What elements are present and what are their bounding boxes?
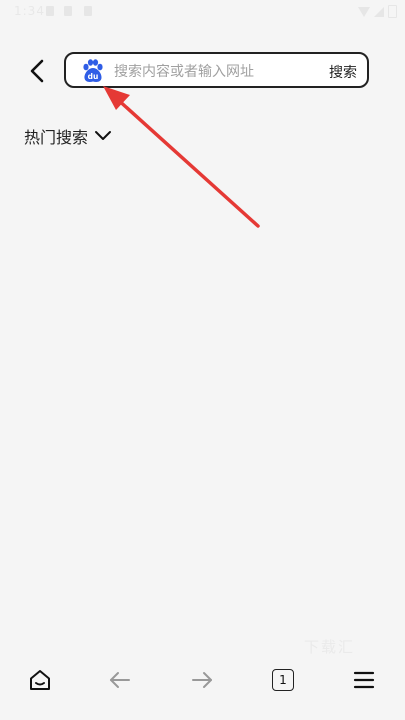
nav-back-button[interactable] <box>106 666 134 694</box>
battery-icon <box>388 5 397 18</box>
status-bar: 1:34 <box>0 0 405 26</box>
hot-search-label: 热门搜索 <box>24 128 89 147</box>
back-button[interactable] <box>26 58 50 84</box>
bottom-toolbar: 1 <box>0 652 405 708</box>
download-notification-icon <box>46 6 54 16</box>
wifi-icon <box>358 6 370 17</box>
search-input[interactable] <box>112 59 326 85</box>
hot-search-toggle[interactable]: 热门搜索 <box>24 124 112 148</box>
download-notification-icon <box>64 6 72 16</box>
hamburger-menu-icon <box>353 671 375 689</box>
home-button[interactable] <box>26 666 54 694</box>
search-bar[interactable]: du 搜索 <box>64 52 369 88</box>
home-icon <box>30 670 50 690</box>
arrow-right-icon <box>192 672 212 688</box>
baidu-paw-icon[interactable]: du <box>80 58 106 84</box>
chevron-left-icon <box>30 59 44 83</box>
menu-button[interactable] <box>350 666 378 694</box>
search-submit-button[interactable]: 搜索 <box>329 62 357 82</box>
nav-forward-button[interactable] <box>188 666 216 694</box>
tabs-button[interactable]: 1 <box>269 666 297 694</box>
arrow-left-icon <box>110 672 130 688</box>
status-icons <box>358 5 397 18</box>
status-time: 1:34 <box>14 4 45 18</box>
tab-count-badge: 1 <box>272 669 294 691</box>
chevron-down-icon <box>95 131 112 140</box>
signal-icon <box>374 6 384 17</box>
svg-text:du: du <box>88 72 99 81</box>
annotation-arrow <box>103 86 260 228</box>
app-notification-icon <box>84 6 92 16</box>
